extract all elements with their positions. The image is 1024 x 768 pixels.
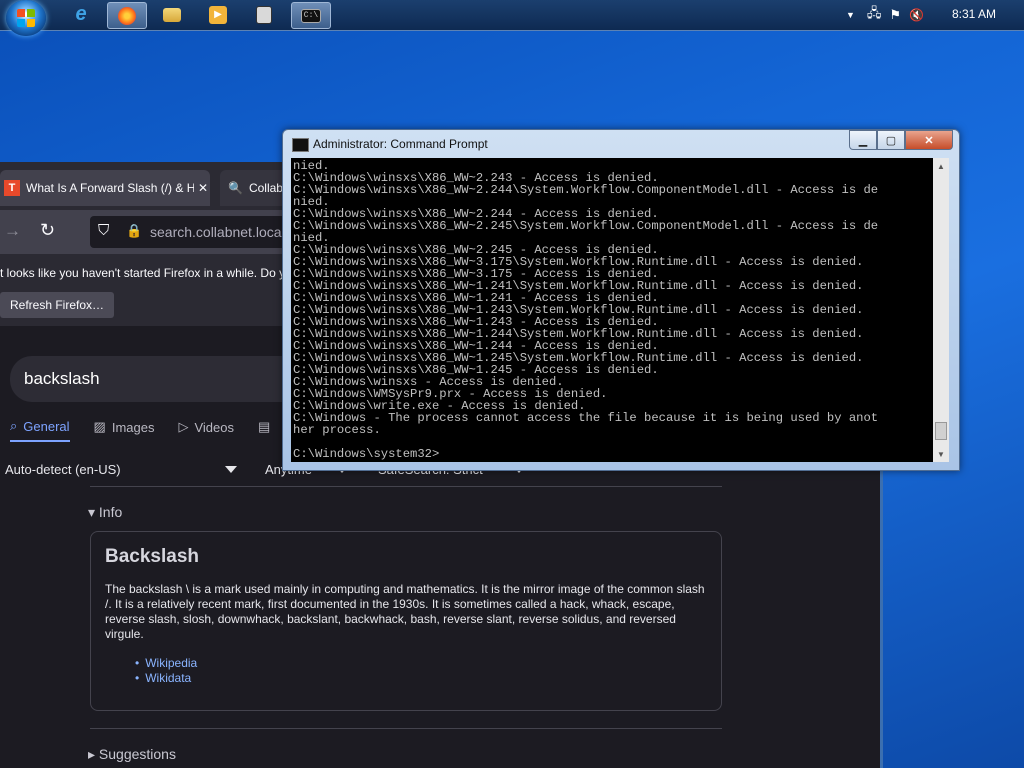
taskbar-firefox[interactable] xyxy=(107,2,147,29)
play-icon: ▷ xyxy=(178,419,189,434)
tracking-shield-icon[interactable]: ⛉ xyxy=(98,222,109,239)
taskbar-file-explorer[interactable] xyxy=(153,2,191,27)
console-output[interactable]: nied. C:\Windows\winsxs\X86_WW~2.243 - Ac… xyxy=(291,158,933,462)
tab-label: General xyxy=(23,418,70,434)
tab-label: Collab xyxy=(248,181,283,195)
divider xyxy=(90,486,722,487)
command-prompt-window[interactable]: Administrator: Command Prompt ▁ ▢ ✕ nied… xyxy=(282,129,960,471)
url-text: search.collabnet.local/ xyxy=(150,224,289,240)
notification-text: t looks like you haven't started Firefox… xyxy=(0,266,286,280)
taskbar-cmd[interactable]: C:\ xyxy=(291,2,331,29)
search-icon: 🔍 xyxy=(228,181,243,195)
reload-icon[interactable]: ↻ xyxy=(40,220,55,241)
tab-videos[interactable]: ▷ Videos xyxy=(178,418,234,442)
window-title: Administrator: Command Prompt xyxy=(313,137,488,151)
console-scrollbar[interactable]: ▲ ▼ xyxy=(933,158,949,462)
news-icon: ▤ xyxy=(257,419,271,434)
tab-label: Images xyxy=(111,419,155,435)
console-text: nied. C:\Windows\winsxs\X86_WW~2.243 - Ac… xyxy=(291,158,933,460)
scrollbar-thumb[interactable] xyxy=(935,422,947,440)
firefox-icon xyxy=(118,6,136,25)
taskbar-media-player[interactable]: ▶ xyxy=(199,2,237,27)
forward-icon[interactable]: → xyxy=(4,221,21,241)
minimize-icon: ▁ xyxy=(858,134,868,147)
tab-news[interactable]: ▤ xyxy=(258,418,270,442)
tab-label: Videos xyxy=(194,419,234,435)
divider xyxy=(90,728,722,729)
tab-label: What Is A Forward Slash (/) & H xyxy=(26,181,194,195)
scroll-up-icon[interactable]: ▲ xyxy=(933,158,949,174)
calculator-icon xyxy=(256,5,272,24)
link-wikidata[interactable]: Wikidata xyxy=(135,671,197,686)
link-wikipedia[interactable]: Wikipedia xyxy=(135,656,197,671)
tab-close-icon[interactable]: ✕ xyxy=(198,181,208,195)
image-icon: ▨ xyxy=(93,419,106,434)
chevron-down-icon xyxy=(224,466,237,473)
window-controls: ▁ ▢ ✕ xyxy=(849,130,953,150)
search-icon: ⌕ xyxy=(10,418,18,433)
console-line: C:\Windows\winsxs\X86_WW~2.244\System.Wo… xyxy=(293,183,879,197)
taskbar-internet-explorer[interactable]: e xyxy=(62,2,100,27)
browser-tab-forward-slash[interactable]: T What Is A Forward Slash (/) & H ✕ xyxy=(0,170,210,206)
console-line: her process. xyxy=(293,423,381,437)
media-player-icon: ▶ xyxy=(209,5,227,24)
infobox-title: Backslash xyxy=(105,546,200,567)
tab-favicon-icon: T xyxy=(4,180,20,196)
show-hidden-icons-icon[interactable]: ▼ xyxy=(846,10,855,20)
cmd-icon xyxy=(292,138,309,152)
console-line: C:\Windows\system32> xyxy=(293,447,440,461)
file-explorer-icon xyxy=(163,7,181,22)
maximize-button[interactable]: ▢ xyxy=(877,130,905,150)
cmd-icon: C:\ xyxy=(301,8,321,23)
taskbar-clock[interactable]: 8:31 AM xyxy=(952,7,996,21)
suggestions-section-toggle[interactable]: ▸ Suggestions xyxy=(88,746,176,763)
scroll-down-icon[interactable]: ▼ xyxy=(933,446,949,462)
internet-explorer-icon: e xyxy=(75,3,87,25)
minimize-button[interactable]: ▁ xyxy=(849,130,877,150)
infobox-text: The backslash \ is a mark used mainly in… xyxy=(105,582,705,641)
close-button[interactable]: ✕ xyxy=(905,130,953,150)
start-button[interactable] xyxy=(6,0,46,36)
network-icon[interactable]: 🖧 xyxy=(867,4,882,26)
lock-icon[interactable]: 🔒 xyxy=(126,223,142,239)
refresh-firefox-button[interactable]: Refresh Firefox… xyxy=(0,292,115,318)
windows-logo-icon xyxy=(17,9,35,27)
system-tray: ▼ 🖧 ⚑ 🔇 xyxy=(846,0,924,30)
language-select-value: Auto-detect (en-US) xyxy=(5,462,121,477)
tab-images[interactable]: ▨ Images xyxy=(94,418,155,442)
search-category-tabs: ⌕ General ▨ Images ▷ Videos ▤ xyxy=(10,418,270,442)
browser-tab-collabnet[interactable]: 🔍 Collab xyxy=(220,170,290,206)
infobox: Backslash The backslash \ is a mark used… xyxy=(90,531,722,711)
maximize-icon: ▢ xyxy=(885,134,897,147)
action-center-flag-icon[interactable]: ⚑ xyxy=(889,7,901,23)
console-line: C:\Windows - The process cannot access t… xyxy=(293,411,879,425)
infobox-links: Wikipedia Wikidata xyxy=(135,656,197,686)
console-line: C:\Windows\winsxs\X86_WW~2.245\System.Wo… xyxy=(293,219,879,233)
volume-muted-icon[interactable]: 🔇 xyxy=(909,8,924,22)
taskbar: e ▶ C:\ ▼ 🖧 ⚑ 🔇 8:31 AM xyxy=(0,0,1024,36)
info-section-toggle[interactable]: ▾ Info xyxy=(88,504,122,521)
taskbar-calculator[interactable] xyxy=(245,2,283,27)
close-icon: ✕ xyxy=(924,134,934,147)
language-select[interactable]: Auto-detect (en-US) xyxy=(5,462,237,477)
tab-general[interactable]: ⌕ General xyxy=(10,418,70,442)
